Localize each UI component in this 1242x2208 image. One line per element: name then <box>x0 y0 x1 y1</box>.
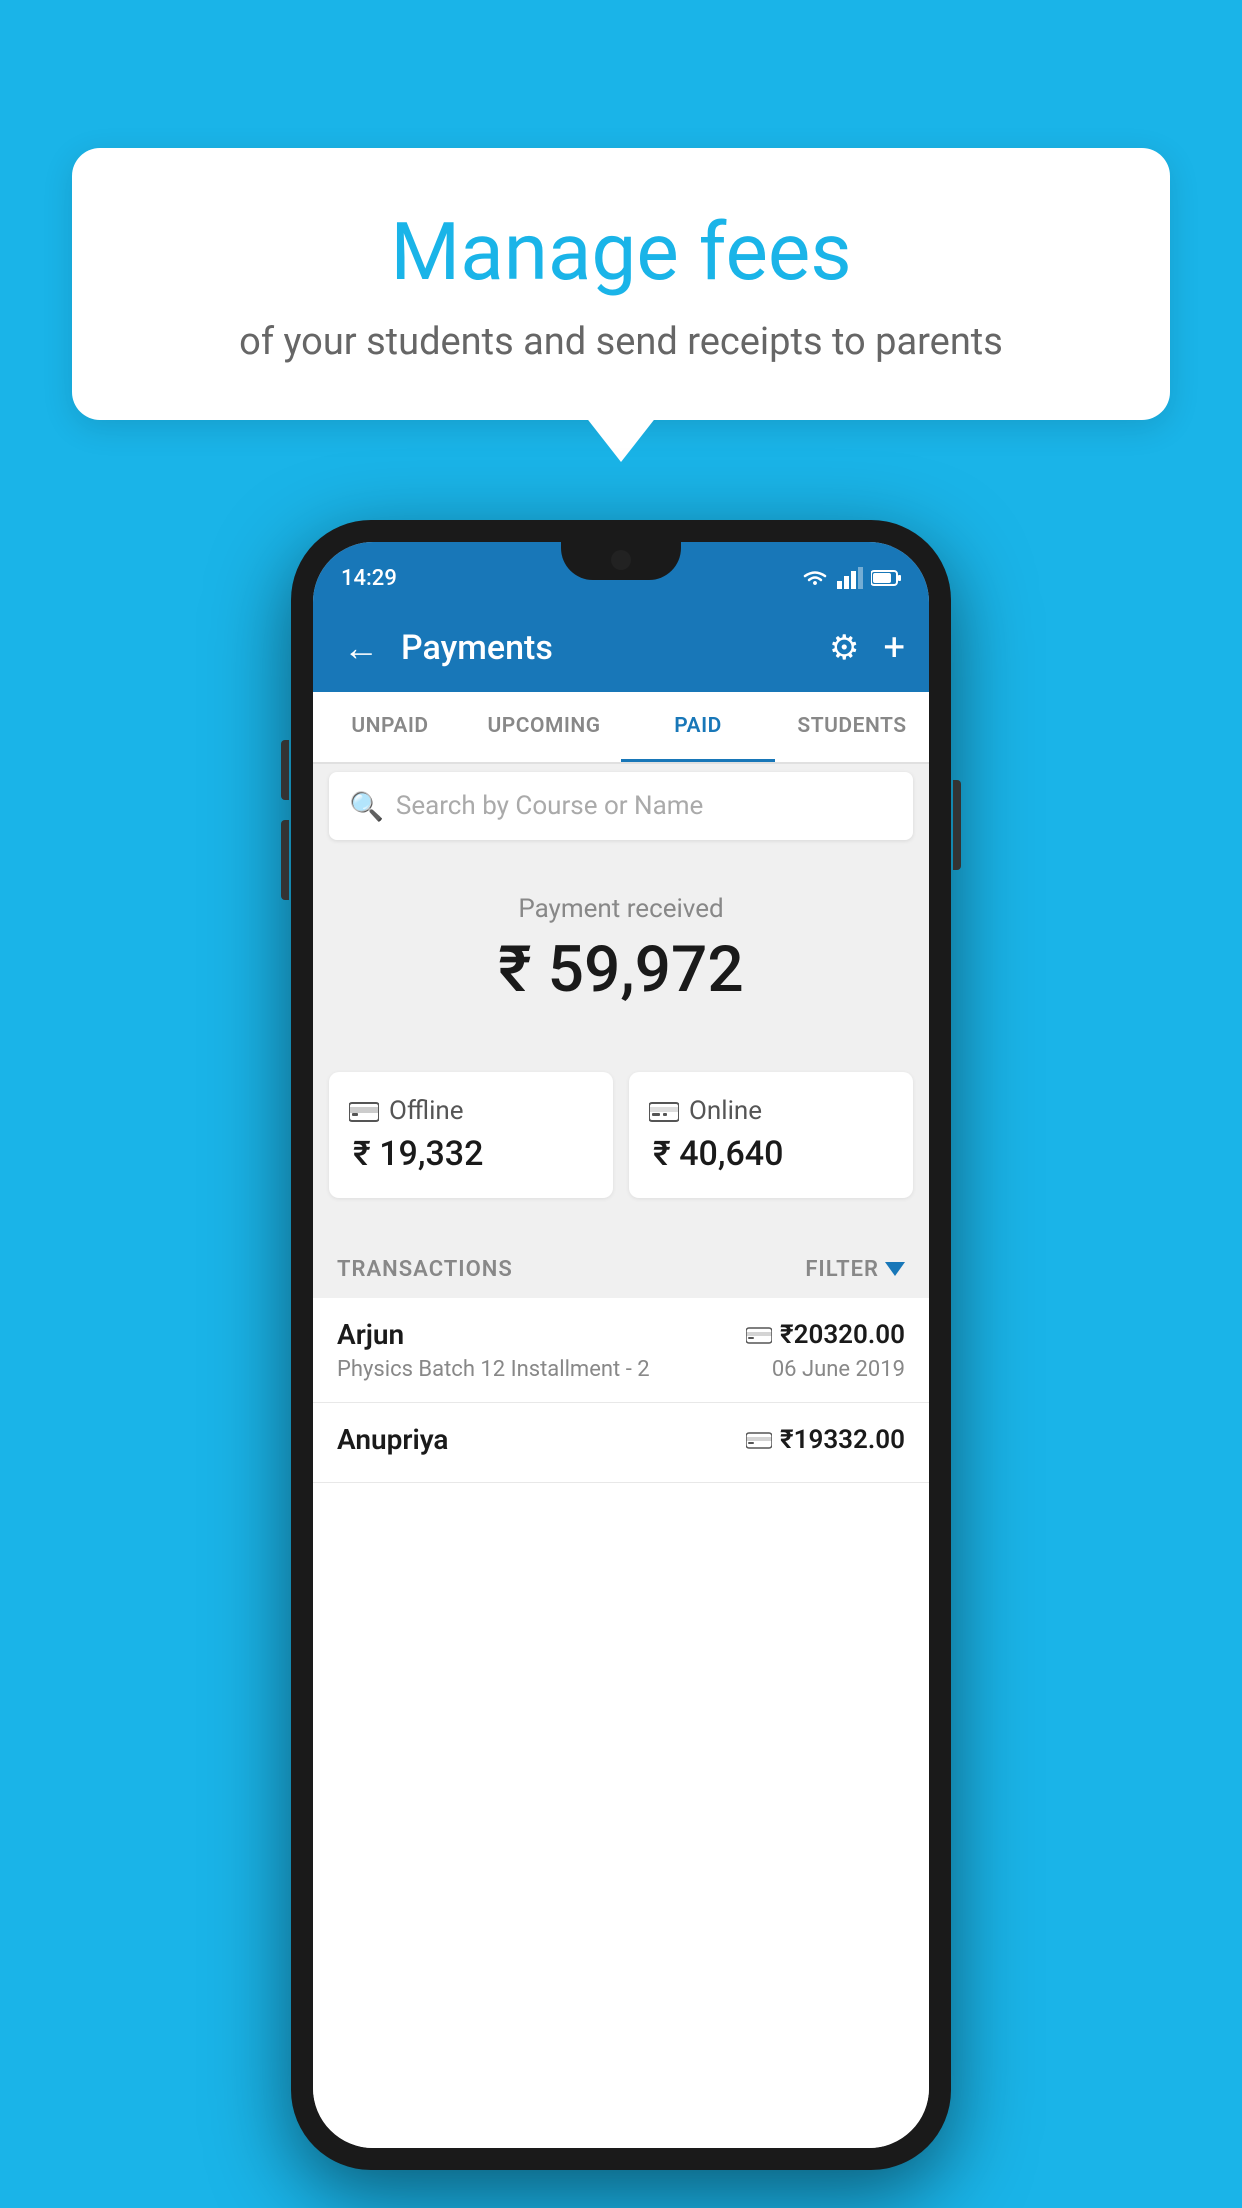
transaction-amount: ₹20320.00 <box>780 1320 905 1350</box>
offline-amount: ₹ 19,332 <box>349 1134 483 1174</box>
transactions-label: TRANSACTIONS <box>337 1257 513 1282</box>
transaction-row-top: Arjun ₹20320.00 <box>337 1318 905 1351</box>
transaction-row-top: Anupriya ₹19332.00 <box>337 1423 905 1456</box>
transaction-amount-wrap: ₹20320.00 <box>746 1320 905 1350</box>
online-label: Online <box>689 1096 762 1126</box>
status-icons <box>801 567 901 589</box>
transaction-amount: ₹19332.00 <box>780 1425 905 1455</box>
phone-screen: 14:29 <box>313 542 929 2148</box>
status-time: 14:29 <box>341 566 397 591</box>
transaction-course: Physics Batch 12 Installment - 2 <box>337 1357 650 1382</box>
online-amount: ₹ 40,640 <box>649 1134 783 1174</box>
front-camera <box>611 550 631 570</box>
transaction-amount-wrap: ₹19332.00 <box>746 1425 905 1455</box>
tab-unpaid[interactable]: UNPAID <box>313 692 467 762</box>
settings-button[interactable]: ⚙ <box>829 628 859 668</box>
filter-triangle-icon <box>885 1262 905 1276</box>
payment-cards: Offline ₹ 19,332 Online ₹ 40,640 <box>329 1072 913 1198</box>
phone-notch <box>561 542 681 580</box>
wifi-icon <box>801 567 829 589</box>
search-icon: 🔍 <box>349 790 384 823</box>
transactions-list: Arjun ₹20320.00 Physics Batch 12 Install… <box>313 1298 929 2148</box>
add-button[interactable]: + <box>883 626 905 670</box>
online-icon <box>649 1099 679 1123</box>
phone-device: 14:29 <box>291 520 951 2170</box>
app-bar-title: Payments <box>401 628 813 668</box>
transaction-online-icon <box>746 1325 772 1345</box>
offline-label: Offline <box>389 1096 464 1126</box>
transaction-date: 06 June 2019 <box>772 1357 905 1382</box>
search-bar[interactable]: 🔍 Search by Course or Name <box>329 772 913 840</box>
transaction-row[interactable]: Arjun ₹20320.00 Physics Batch 12 Install… <box>313 1298 929 1403</box>
online-payment-card: Online ₹ 40,640 <box>629 1072 913 1198</box>
transaction-name: Arjun <box>337 1318 404 1351</box>
offline-payment-card: Offline ₹ 19,332 <box>329 1072 613 1198</box>
payment-received-amount: ₹ 59,972 <box>313 932 929 1007</box>
back-button[interactable]: ← <box>337 627 385 669</box>
online-card-header: Online <box>649 1096 762 1126</box>
tab-upcoming[interactable]: UPCOMING <box>467 692 621 762</box>
transaction-row[interactable]: Anupriya ₹19332.00 <box>313 1403 929 1483</box>
volume-up-button <box>281 740 289 800</box>
transaction-row-bottom: Physics Batch 12 Installment - 2 06 June… <box>337 1357 905 1382</box>
power-button <box>953 780 961 870</box>
tab-students[interactable]: STUDENTS <box>775 692 929 762</box>
signal-icon <box>837 567 863 589</box>
volume-down-button <box>281 820 289 900</box>
offline-card-header: Offline <box>349 1096 464 1126</box>
speech-bubble-subtitle: of your students and send receipts to pa… <box>120 320 1122 364</box>
transactions-header: TRANSACTIONS FILTER <box>313 1240 929 1298</box>
transaction-name: Anupriya <box>337 1423 448 1456</box>
transaction-offline-icon <box>746 1430 772 1450</box>
battery-icon <box>871 569 901 587</box>
offline-icon <box>349 1099 379 1123</box>
tabs-bar: UNPAID UPCOMING PAID STUDENTS <box>313 692 929 764</box>
search-input[interactable]: Search by Course or Name <box>396 791 703 821</box>
tab-paid[interactable]: PAID <box>621 692 775 762</box>
speech-bubble: Manage fees of your students and send re… <box>72 148 1170 420</box>
filter-button[interactable]: FILTER <box>805 1257 905 1282</box>
app-bar: ← Payments ⚙ + <box>313 604 929 692</box>
payment-received-section: Payment received ₹ 59,972 <box>313 858 929 1037</box>
speech-bubble-title: Manage fees <box>120 208 1122 296</box>
payment-received-label: Payment received <box>313 894 929 924</box>
